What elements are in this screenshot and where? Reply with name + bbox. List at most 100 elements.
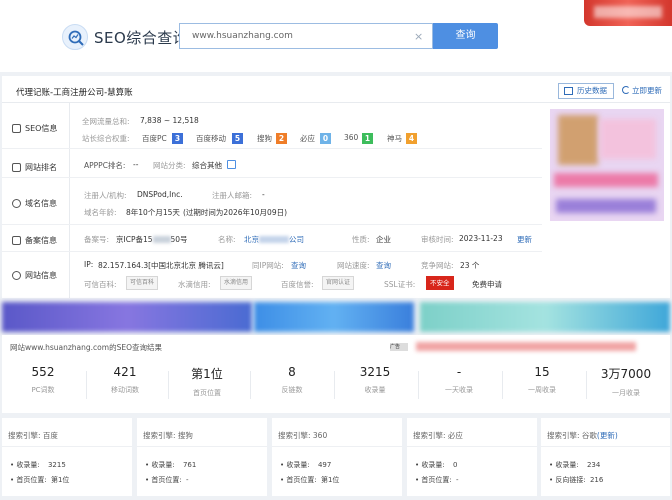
icp-nature-label: 性质: — [352, 235, 370, 244]
icp-update-link[interactable]: 更新 — [517, 234, 532, 245]
engine-title: 搜索引擎: 必应 — [413, 431, 463, 440]
weight-badge-shenma[interactable]: 4 — [406, 133, 417, 144]
history-icon — [564, 87, 573, 95]
age-label: 域名年龄: — [84, 208, 117, 217]
google-update-link[interactable]: (更新) — [597, 431, 618, 440]
weight-badge-sogou[interactable]: 2 — [276, 133, 287, 144]
globe-icon — [12, 199, 21, 208]
age-value: 8年10个月15天 — [126, 208, 180, 217]
weight-label: 站长综合权重: — [82, 134, 130, 143]
stat-mobile-words: 421 移动词数 — [111, 365, 139, 394]
icp-number-value: 京ICP备15 50号 — [116, 235, 188, 244]
sidebar-item-rank: 网站排名 — [12, 162, 57, 173]
logo-magnifier-icon — [68, 30, 84, 46]
category-value: 综合其他 — [192, 161, 222, 170]
stat-pc-words: 552 PC词数 — [31, 365, 55, 394]
competitor-value: 23 个 — [460, 261, 480, 270]
logo[interactable] — [62, 24, 88, 50]
stat-week-indexed: 15 一周收录 — [528, 365, 556, 394]
apppc-label: APPPC排名: — [84, 161, 126, 170]
row-divider — [2, 177, 542, 178]
results-ad[interactable]: 广告 — [390, 341, 640, 353]
engine-row: • 首页位置: 第1位 — [10, 476, 70, 484]
speed-label: 网站速度: — [337, 261, 370, 270]
engine-card-bing: 搜索引擎: 必应 • 收录量: 0 • 首页位置: - — [407, 418, 537, 496]
speed-link[interactable]: 查询 — [376, 260, 391, 271]
update-now-button[interactable]: 立即更新 — [622, 85, 662, 96]
weight-name-sogou: 搜狗 — [257, 134, 272, 143]
icp-icon — [12, 236, 21, 245]
weight-badge-360[interactable]: 1 — [362, 133, 373, 144]
registrar-label: 注册人/机构: — [84, 191, 127, 200]
sidebar-item-seo: SEO信息 — [12, 123, 57, 134]
engine-row: • 收录量: 3215 — [10, 461, 66, 469]
competitor-label: 竞争网站: — [421, 261, 454, 270]
engine-row: • 收录量: 761 — [145, 461, 197, 469]
engine-row: • 首页位置: - — [415, 476, 459, 484]
traffic-value: 7,838 ~ 12,518 — [140, 116, 199, 125]
trust-shuidi-label: 水滴信用: — [178, 280, 211, 289]
icp-name-value[interactable]: 北京 公司 — [244, 234, 304, 245]
apppc-value: -- — [133, 160, 139, 169]
stat-backlinks: 8 反链数 — [281, 365, 303, 394]
engine-title: 搜索引擎: 360 — [278, 431, 328, 440]
engine-row: • 收录量: 234 — [549, 461, 601, 469]
weight-name-baidu-mobile: 百度移动 — [196, 134, 226, 143]
stat-day-indexed: - 一天收录 — [445, 365, 473, 394]
weight-name-shenma: 神马 — [387, 134, 402, 143]
icp-audit-value: 2023-11-23 — [459, 234, 503, 243]
top-ad-banner[interactable] — [584, 0, 672, 26]
weight-badge-bing[interactable]: 0 — [320, 133, 331, 144]
edit-icon[interactable] — [227, 160, 236, 169]
ssl-label: SSL证书: — [384, 280, 416, 289]
info-sidebar: SEO信息 网站排名 域名信息 备案信息 网站信息 — [2, 103, 70, 298]
engine-row: • 收录量: 497 — [280, 461, 332, 469]
ip-label: IP: — [84, 260, 94, 269]
ip-value: 82.157.164.3[中国北京北京 腾讯云] — [98, 261, 224, 270]
email-value: - — [262, 190, 265, 199]
weight-badge-baidu-pc[interactable]: 3 — [172, 133, 183, 144]
search-input[interactable] — [179, 23, 433, 49]
history-data-button[interactable]: 历史数据 — [558, 83, 614, 99]
seo-icon — [12, 124, 21, 133]
engine-row: • 首页位置: 第1位 — [280, 476, 340, 484]
expire-value: (过期时间为2026年10月09日) — [183, 208, 288, 217]
brand-title: SEO综合查询 — [94, 29, 189, 47]
clear-icon[interactable]: × — [414, 30, 423, 43]
baidu-trust-label: 百度信誉: — [281, 280, 314, 289]
divider — [2, 102, 670, 103]
stat-indexed: 3215 收录量 — [359, 365, 391, 394]
engine-row: • 反向链接: 216 — [549, 476, 604, 484]
trust-shuidi-badge[interactable]: 水滴信用 — [220, 276, 253, 290]
site-title: 代理记账-工商注册公司-慧算账 — [16, 88, 133, 98]
results-title: 网站www.hsuanzhang.com的SEO查询结果 — [10, 343, 162, 352]
rank-icon — [12, 163, 21, 172]
ssl-insecure-badge: 不安全 — [426, 276, 454, 290]
site-icon — [12, 271, 21, 280]
engine-title: 搜索引擎: 搜狗 — [143, 431, 193, 440]
traffic-label: 全网流量总和: — [82, 117, 130, 126]
weight-badge-baidu-mobile[interactable]: 5 — [232, 133, 243, 144]
row-divider — [2, 251, 542, 252]
engine-title: 搜索引擎: 谷歌(更新) — [547, 431, 618, 440]
search-button[interactable]: 查询 — [433, 23, 498, 49]
site-info-panel: 代理记账-工商注册公司-慧算账 历史数据 立即更新 SEO信息 网站排名 域名信… — [2, 76, 670, 298]
same-ip-link[interactable]: 查询 — [291, 260, 306, 271]
trust-baike-badge[interactable]: 可信百科 — [126, 276, 159, 290]
refresh-icon — [622, 86, 630, 94]
engine-row: • 收录量: 0 — [415, 461, 458, 469]
weight-name-360: 360 — [344, 133, 359, 142]
ad-banner-strip[interactable] — [2, 302, 670, 332]
site-thumbnail[interactable] — [550, 109, 664, 221]
weight-name-baidu-pc: 百度PC — [142, 134, 167, 143]
ssl-free-link[interactable]: 免费申请 — [472, 279, 502, 290]
sidebar-item-icp: 备案信息 — [12, 235, 57, 246]
stat-home-position: 第1位 首页位置 — [191, 367, 223, 397]
icp-number-label: 备案号: — [84, 235, 110, 244]
row-divider — [2, 148, 542, 149]
sidebar-item-site: 网站信息 — [12, 270, 57, 281]
row-divider — [2, 224, 542, 225]
baidu-trust-badge[interactable]: 官网认证 — [322, 276, 355, 290]
engine-card-360: 搜索引擎: 360 • 收录量: 497 • 首页位置: 第1位 — [272, 418, 402, 496]
engine-card-sogou: 搜索引擎: 搜狗 • 收录量: 761 • 首页位置: - — [137, 418, 267, 496]
